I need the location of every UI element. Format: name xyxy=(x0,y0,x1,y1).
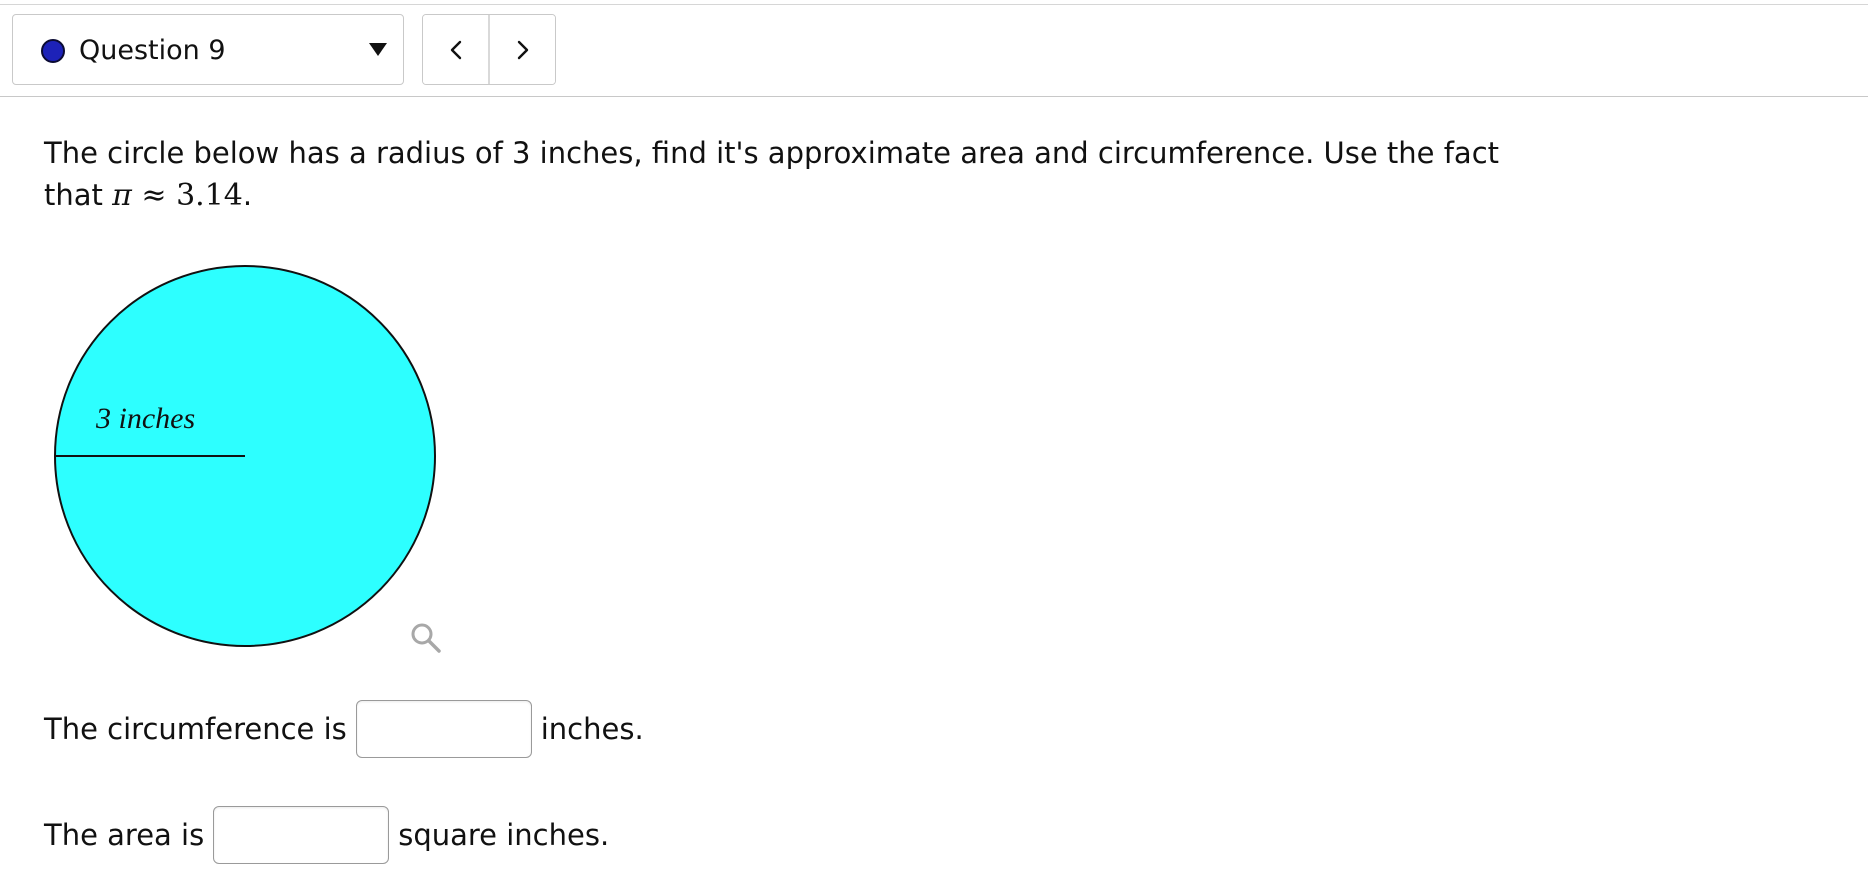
top-divider xyxy=(0,4,1868,5)
question-selector[interactable]: Question 9 xyxy=(12,14,404,85)
radius-label: 3 inches xyxy=(95,402,195,435)
magnifier-icon[interactable] xyxy=(408,620,444,656)
next-question-button[interactable] xyxy=(490,15,555,84)
circle-diagram: 3 inches xyxy=(54,265,436,647)
area-input[interactable] xyxy=(213,806,390,864)
previous-question-button[interactable] xyxy=(423,15,489,84)
problem-statement: The circle below has a radius of 3 inche… xyxy=(44,132,1544,217)
area-unit: square inches. xyxy=(398,818,610,852)
pi-value: 3.14 xyxy=(176,178,243,213)
chevron-left-icon xyxy=(450,40,462,59)
problem-text-line-2: that π ≈ 3.14. xyxy=(44,174,1544,217)
approx-symbol: ≈ xyxy=(141,178,167,213)
circumference-input[interactable] xyxy=(355,700,532,758)
dropdown-caret-icon xyxy=(369,43,387,56)
area-prompt: The area is xyxy=(44,818,205,852)
circumference-answer-row: The circumference is inches. xyxy=(44,700,644,758)
circle-figure: 3 inches xyxy=(40,250,500,660)
pi-symbol: π xyxy=(112,178,132,213)
question-nav xyxy=(422,14,556,85)
problem-text-line-1: The circle below has a radius of 3 inche… xyxy=(44,136,1500,170)
header-divider xyxy=(0,96,1868,97)
question-selector-label: Question 9 xyxy=(79,35,226,66)
question-status-dot xyxy=(41,39,65,63)
circumference-prompt: The circumference is xyxy=(44,712,347,746)
problem-text-that: that xyxy=(44,178,113,212)
circumference-unit: inches. xyxy=(540,712,644,746)
chevron-right-icon xyxy=(517,40,529,59)
problem-period: . xyxy=(242,178,253,212)
area-answer-row: The area is square inches. xyxy=(44,806,609,864)
